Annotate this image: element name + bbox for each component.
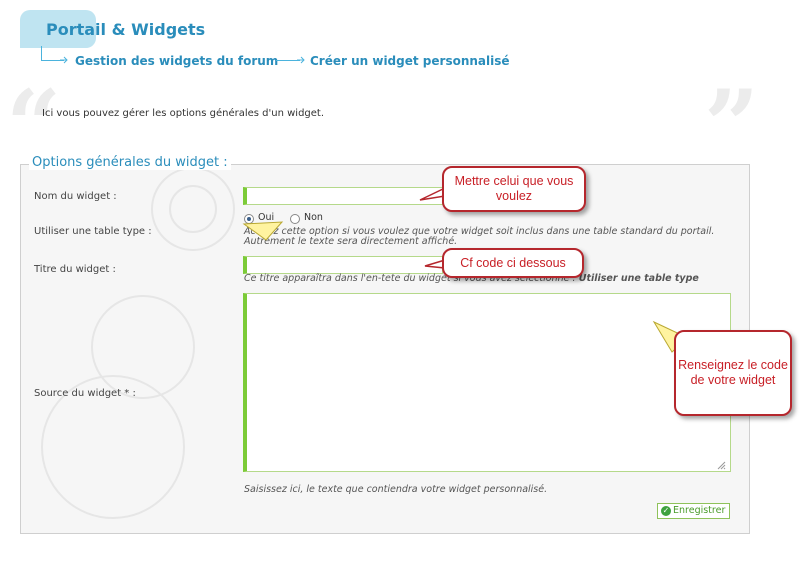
callout-name-hint: Mettre celui que vous voulez [442,166,586,212]
callout-title-hint: Cf code ci dessous [442,248,584,278]
callout-pointers [242,186,689,353]
callout-source-hint: Renseignez le code de votre widget [674,330,792,416]
